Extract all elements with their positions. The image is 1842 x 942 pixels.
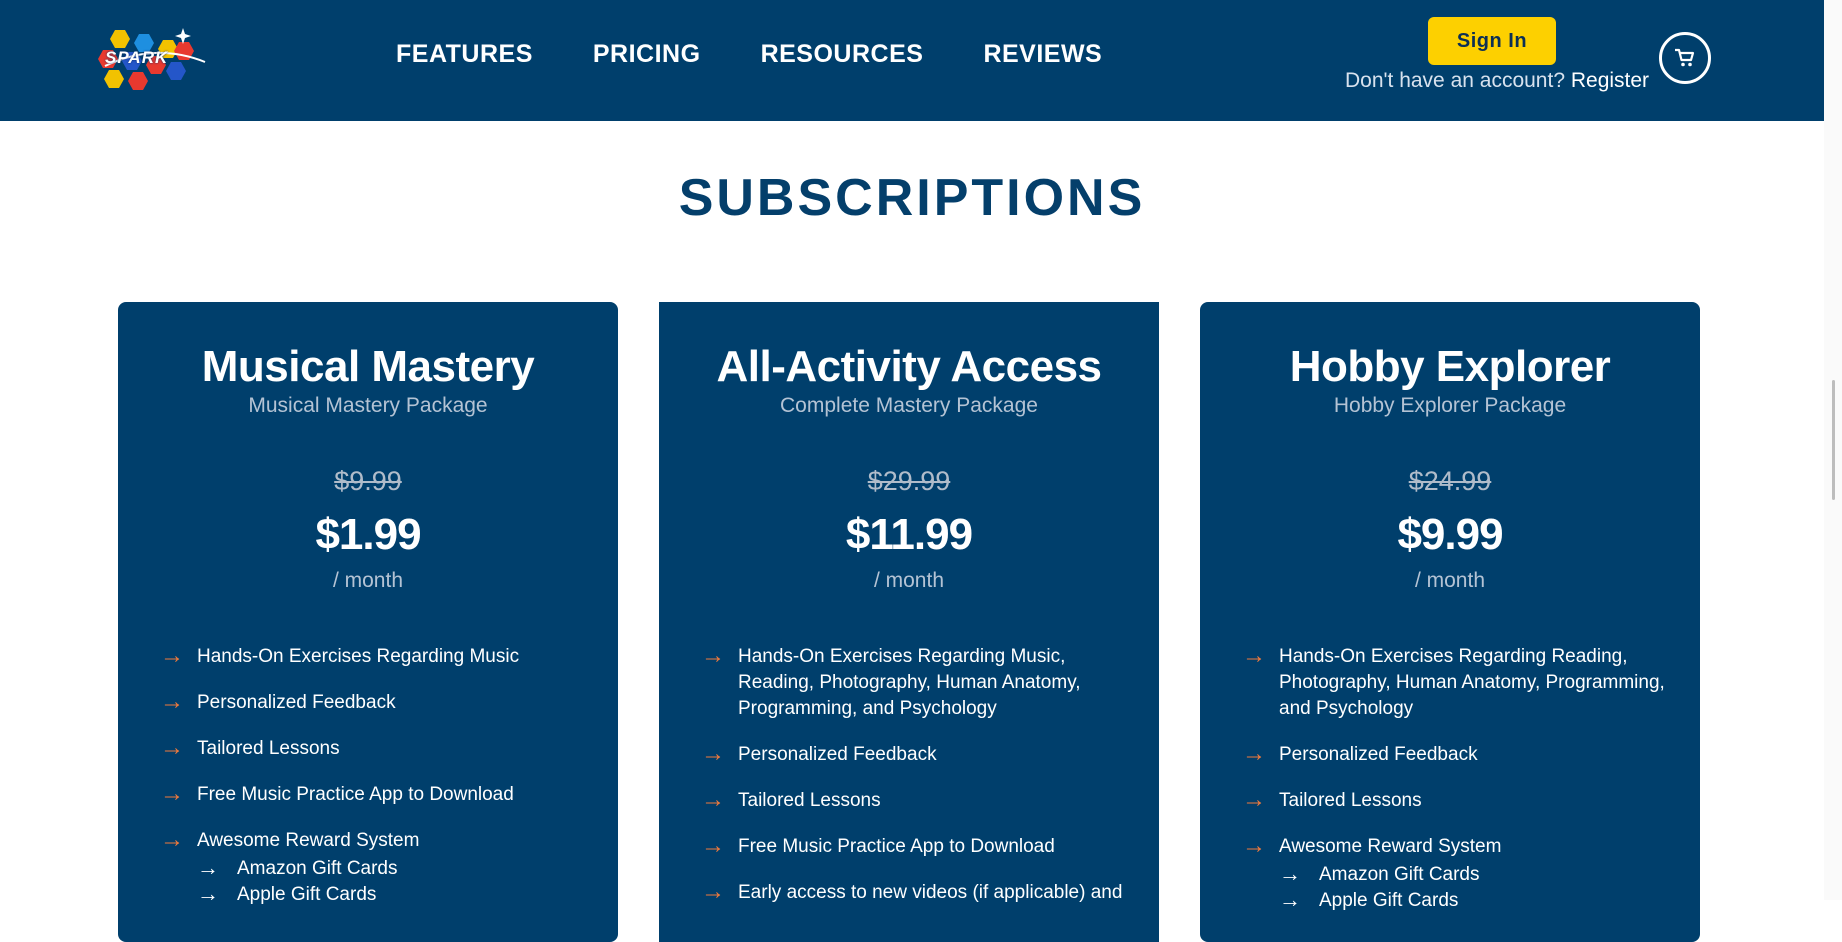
feature-text: Free Music Practice App to Download [197, 784, 514, 805]
plan-title: All-Activity Access [716, 342, 1102, 391]
arrow-right-icon: → [1242, 832, 1266, 859]
sub-item-text: Apple Gift Cards [237, 884, 377, 905]
arrow-right-icon: → [701, 878, 725, 905]
arrow-right-icon: → [701, 832, 725, 859]
main-nav: FEATURES PRICING RESOURCES REVIEWS [396, 40, 1102, 69]
section-title: SUBSCRIPTIONS [678, 169, 1146, 227]
arrow-right-icon: → [160, 734, 184, 761]
arrow-right-icon: → [701, 786, 725, 813]
reward-subitems: → Amazon Gift Cards → Apple Gift Cards [197, 855, 600, 908]
feature-item: → Personalized Feedback [1242, 740, 1682, 768]
nav-resources[interactable]: RESOURCES [761, 40, 924, 69]
feature-text: Personalized Feedback [738, 744, 937, 765]
sub-item-text: Amazon Gift Cards [237, 858, 398, 879]
sub-item-text: Apple Gift Cards [1319, 890, 1459, 911]
arrow-right-icon: → [1242, 642, 1266, 669]
feature-item: → Hands-On Exercises Regarding Reading, P… [1242, 642, 1682, 722]
plan-old-price: $9.99 [334, 466, 402, 496]
feature-text: Tailored Lessons [197, 738, 340, 759]
page-scrollbar[interactable] [1824, 0, 1842, 900]
plan-features: → Hands-On Exercises Regarding Reading, P… [1242, 642, 1682, 934]
plan-title: Musical Mastery [201, 342, 535, 391]
feature-item: → Tailored Lessons [1242, 786, 1682, 814]
arrow-right-icon: → [701, 642, 725, 669]
feature-item: → Awesome Reward System → Amazon Gift Card… [1242, 832, 1682, 914]
feature-item: → Tailored Lessons [160, 734, 600, 762]
arrow-right-icon: → [1242, 740, 1266, 767]
feature-item: → Personalized Feedback [160, 688, 600, 716]
plan-features: → Hands-On Exercises Regarding Music, Rea… [701, 642, 1141, 926]
arrow-right-icon: → [160, 826, 184, 853]
feature-item: → Tailored Lessons [701, 786, 1141, 814]
arrow-right-icon: → [701, 740, 725, 767]
feature-text: Hands-On Exercises Regarding Music, Read… [738, 646, 1081, 719]
feature-item: → Early access to new videos (if applicab… [701, 878, 1141, 906]
sub-item-text: Amazon Gift Cards [1319, 864, 1480, 885]
site-header: SPARK FEATURES PRICING RESOURCES REVIEWS… [0, 0, 1824, 121]
cart-icon [1675, 48, 1695, 67]
arrow-right-icon: → [1242, 786, 1266, 813]
scrollbar-thumb[interactable] [1832, 380, 1835, 500]
feature-item: → Personalized Feedback [701, 740, 1141, 768]
cart-button[interactable] [1659, 32, 1711, 84]
arrow-right-icon: → [197, 881, 219, 906]
plan-old-price: $24.99 [1408, 466, 1492, 496]
plan-card-all-activity[interactable]: All-Activity Access Complete Mastery Pac… [659, 302, 1159, 942]
account-prompt: Don't have an account? Register [1345, 69, 1649, 93]
reward-subitems: → Amazon Gift Cards → Apple Gift Cards [1279, 861, 1682, 914]
plan-subtitle: Hobby Explorer Package [1333, 394, 1567, 417]
logo-text: SPARK [105, 48, 169, 67]
sub-item: → Amazon Gift Cards [1279, 861, 1682, 888]
feature-item: → Hands-On Exercises Regarding Music [160, 642, 600, 670]
sub-item: → Apple Gift Cards [1279, 887, 1682, 914]
plan-card-musical-mastery[interactable]: Musical Mastery Musical Mastery Package … [118, 302, 618, 942]
feature-text: Tailored Lessons [738, 790, 881, 811]
plan-card-hobby-explorer[interactable]: Hobby Explorer Hobby Explorer Package $2… [1200, 302, 1700, 942]
feature-text: Personalized Feedback [1279, 744, 1478, 765]
feature-item: → Awesome Reward System → Amazon Gift Card… [160, 826, 600, 908]
account-prompt-text: Don't have an account? [1345, 69, 1565, 92]
feature-item: → Free Music Practice App to Download [701, 832, 1141, 860]
plan-subtitle: Musical Mastery Package [248, 394, 488, 417]
feature-text: Hands-On Exercises Regarding Reading, Ph… [1279, 646, 1665, 719]
register-link[interactable]: Register [1571, 69, 1649, 92]
feature-text: Personalized Feedback [197, 692, 396, 713]
feature-item: → Free Music Practice App to Download [160, 780, 600, 808]
feature-text: Tailored Lessons [1279, 790, 1422, 811]
feature-text: Free Music Practice App to Download [738, 836, 1055, 857]
sub-item: → Apple Gift Cards [197, 881, 600, 908]
spark-logo[interactable]: SPARK [95, 22, 210, 92]
arrow-right-icon: → [1279, 861, 1301, 886]
nav-reviews[interactable]: REVIEWS [983, 40, 1102, 69]
plan-price: $9.99 [1397, 510, 1503, 559]
feature-text: Hands-On Exercises Regarding Music [197, 646, 520, 667]
plan-period: / month [873, 569, 945, 592]
sign-in-button[interactable]: Sign In [1428, 17, 1556, 65]
plan-period: / month [1414, 569, 1486, 592]
nav-features[interactable]: FEATURES [396, 40, 533, 69]
arrow-right-icon: → [197, 855, 219, 880]
plan-features: → Hands-On Exercises Regarding Music → Per… [160, 642, 600, 928]
arrow-right-icon: → [160, 688, 184, 715]
plan-period: / month [332, 569, 404, 592]
plan-price: $11.99 [845, 510, 973, 559]
plan-old-price: $29.99 [867, 466, 951, 496]
sub-item: → Amazon Gift Cards [197, 855, 600, 882]
plan-subtitle: Complete Mastery Package [780, 394, 1038, 417]
feature-item: → Hands-On Exercises Regarding Music, Rea… [701, 642, 1141, 722]
plan-title: Hobby Explorer [1289, 342, 1611, 391]
nav-pricing[interactable]: PRICING [593, 40, 701, 69]
plan-price: $1.99 [315, 510, 421, 559]
feature-text: Awesome Reward System [197, 830, 420, 851]
arrow-right-icon: → [160, 780, 184, 807]
arrow-right-icon: → [160, 642, 184, 669]
arrow-right-icon: → [1279, 887, 1301, 912]
feature-text: Awesome Reward System [1279, 836, 1502, 857]
